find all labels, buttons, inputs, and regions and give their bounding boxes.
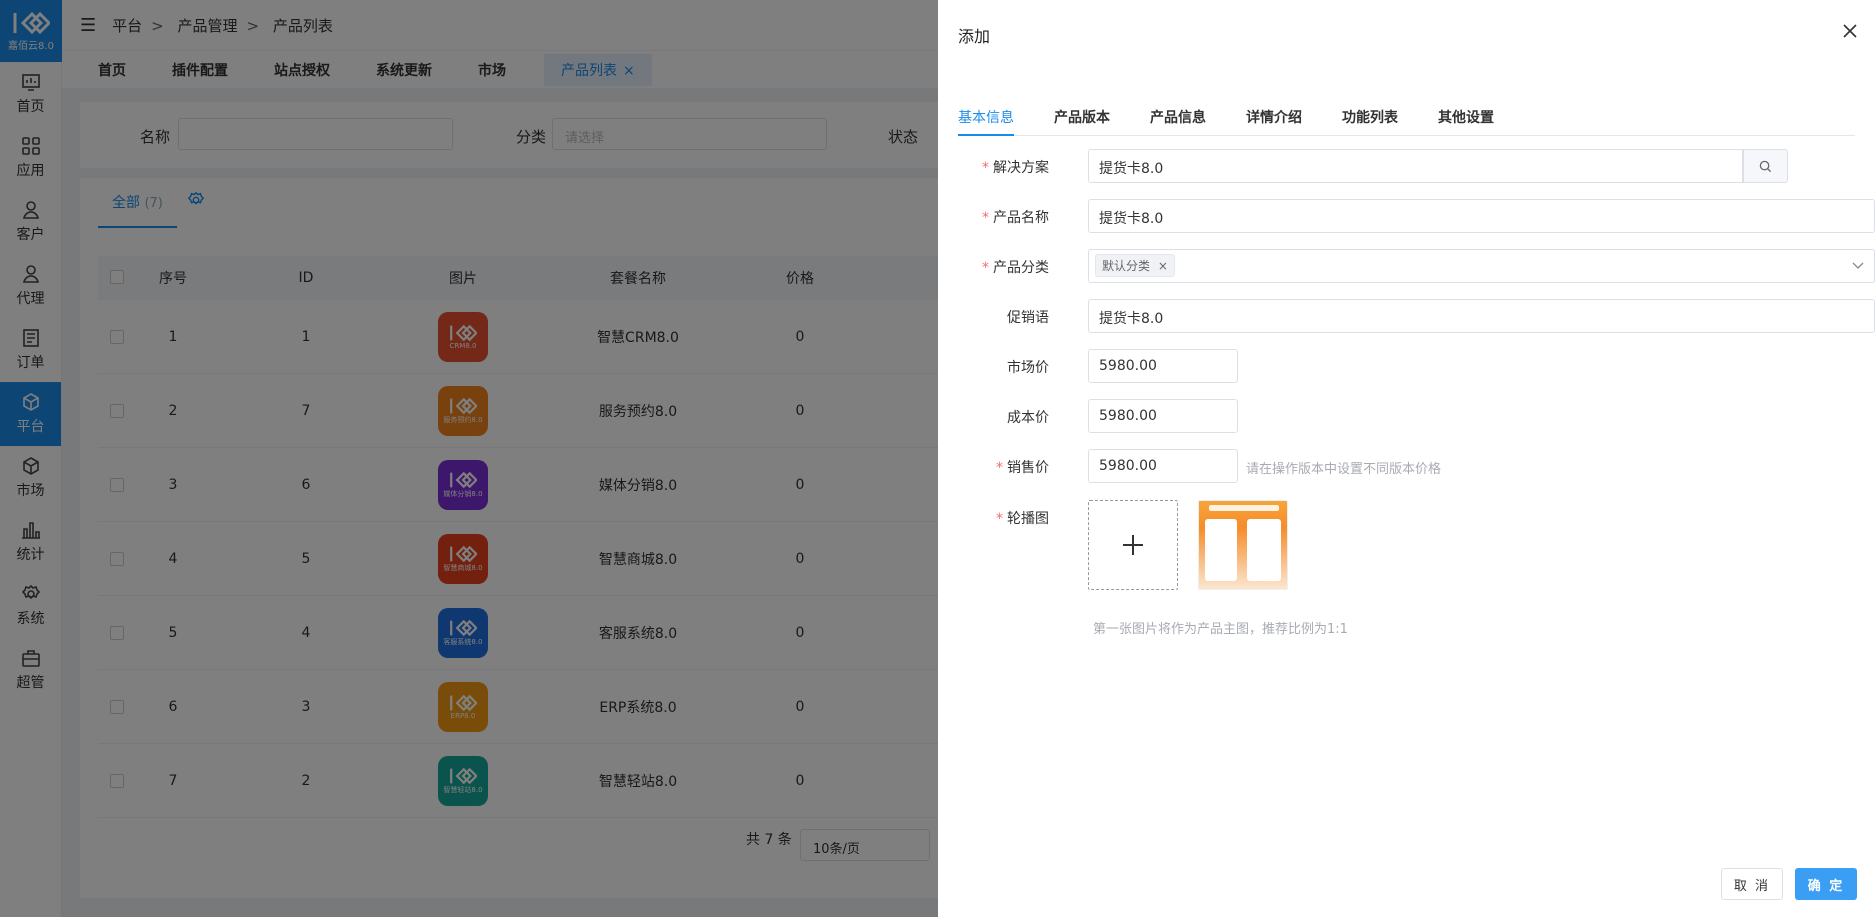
cost-price-value: 5980.00 xyxy=(1099,408,1157,424)
category-tag-label: 默认分类 xyxy=(1102,259,1151,273)
market-price-input[interactable]: 5980.00 xyxy=(1088,349,1238,383)
thumbnail-banner xyxy=(1209,505,1279,511)
carousel-label-text: 轮播图 xyxy=(1007,511,1049,527)
promo-input[interactable]: 提货卡8.0 xyxy=(1088,299,1875,333)
sale-price-label: * 销售价 xyxy=(996,457,1049,477)
sale-price-label-text: 销售价 xyxy=(1007,460,1049,476)
search-icon xyxy=(1759,160,1772,172)
promo-value: 提货卡8.0 xyxy=(1099,311,1164,327)
form-row-promo: 促销语 提货卡8.0 xyxy=(958,299,1875,333)
chevron-down-icon xyxy=(1852,262,1864,269)
carousel-label: * 轮播图 xyxy=(996,508,1049,528)
form-row-name: * 产品名称 提货卡8.0 xyxy=(958,199,1875,233)
close-icon[interactable] xyxy=(1841,22,1859,40)
form-row-category: * 产品分类 默认分类 × xyxy=(958,249,1875,283)
tab-detail-intro[interactable]: 详情介绍 xyxy=(1246,96,1302,136)
required-mark: * xyxy=(982,160,989,176)
cancel-button[interactable]: 取 消 xyxy=(1721,868,1783,900)
tab-other-settings[interactable]: 其他设置 xyxy=(1438,96,1494,136)
thumbnail-phone-left xyxy=(1205,519,1237,581)
tab-product-version[interactable]: 产品版本 xyxy=(1054,96,1110,136)
product-name-input[interactable]: 提货卡8.0 xyxy=(1088,199,1875,233)
app-root: 嘉佰云8.0 首页 应用 客户 代理 订单 平台 市场 xyxy=(0,0,1875,917)
required-mark: * xyxy=(996,460,1003,476)
plus-icon xyxy=(1123,535,1143,555)
name-label: * 产品名称 xyxy=(982,207,1049,227)
form-row-market-price: 市场价 5980.00 xyxy=(958,349,1855,383)
name-label-text: 产品名称 xyxy=(993,210,1049,226)
add-product-drawer: 添加 基本信息 产品版本 产品信息 详情介绍 功能列表 其他设置 * 解决方案 提… xyxy=(938,0,1875,917)
product-name-value: 提货卡8.0 xyxy=(1099,211,1164,227)
sale-price-value: 5980.00 xyxy=(1099,458,1157,474)
confirm-button[interactable]: 确 定 xyxy=(1795,868,1857,900)
required-mark: * xyxy=(982,210,989,226)
required-mark: * xyxy=(982,260,989,276)
tab-basic-info[interactable]: 基本信息 xyxy=(958,96,1014,136)
product-category-select[interactable]: 默认分类 × xyxy=(1088,249,1875,283)
drawer-tabs: 基本信息 产品版本 产品信息 详情介绍 功能列表 其他设置 xyxy=(958,96,1855,136)
form-row-sale-price: * 销售价 5980.00 请在操作版本中设置不同版本价格 xyxy=(958,449,1855,483)
solution-value: 提货卡8.0 xyxy=(1099,161,1164,177)
required-mark: * xyxy=(996,511,1003,527)
category-tag: 默认分类 × xyxy=(1095,254,1175,277)
tab-feature-list[interactable]: 功能列表 xyxy=(1342,96,1398,136)
sale-price-hint: 请在操作版本中设置不同版本价格 xyxy=(1246,462,1442,477)
tag-close-icon[interactable]: × xyxy=(1158,259,1168,273)
form-row-carousel: * 轮播图 第一张图片将作为产品主图，推荐比例为1:1 xyxy=(958,500,1855,640)
sale-price-input[interactable]: 5980.00 xyxy=(1088,449,1238,483)
cost-price-input[interactable]: 5980.00 xyxy=(1088,399,1238,433)
promo-label: 促销语 xyxy=(1007,310,1049,326)
form-row-solution: * 解决方案 提货卡8.0 xyxy=(958,149,1855,183)
carousel-hint: 第一张图片将作为产品主图，推荐比例为1:1 xyxy=(1093,622,1348,637)
solution-input[interactable]: 提货卡8.0 xyxy=(1088,149,1743,183)
cost-price-label: 成本价 xyxy=(1007,410,1049,426)
category-label: * 产品分类 xyxy=(982,257,1049,277)
solution-label-text: 解决方案 xyxy=(993,160,1049,176)
solution-search-button[interactable] xyxy=(1743,149,1788,183)
market-price-value: 5980.00 xyxy=(1099,358,1157,374)
solution-label: * 解决方案 xyxy=(982,157,1049,177)
tab-product-info[interactable]: 产品信息 xyxy=(1150,96,1206,136)
image-upload-button[interactable] xyxy=(1088,500,1178,590)
thumbnail-phone-right xyxy=(1247,519,1281,581)
drawer-title: 添加 xyxy=(958,27,991,46)
carousel-image-thumbnail[interactable] xyxy=(1198,500,1288,590)
market-price-label: 市场价 xyxy=(1007,360,1049,376)
category-label-text: 产品分类 xyxy=(993,260,1049,276)
form-row-cost-price: 成本价 5980.00 xyxy=(958,399,1855,433)
